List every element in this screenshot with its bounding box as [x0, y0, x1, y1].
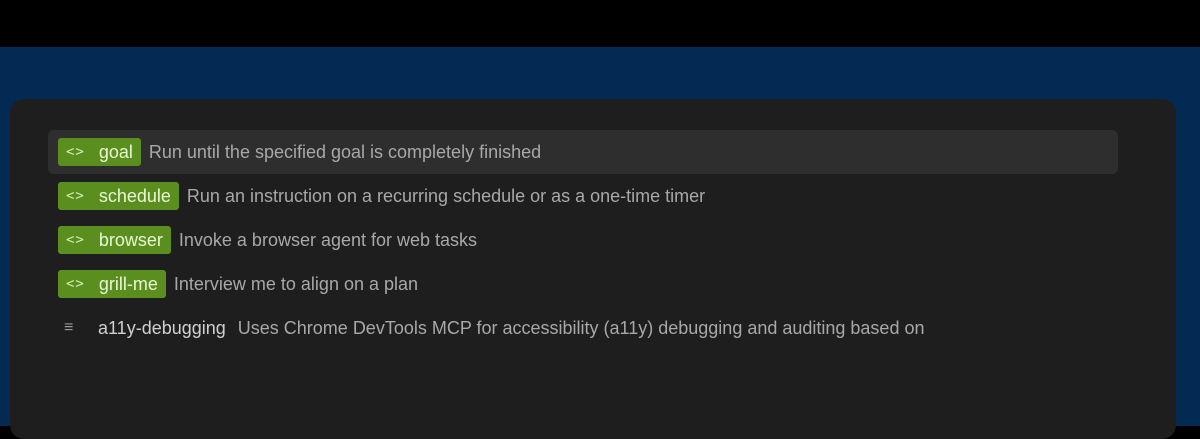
- command-item-goal[interactable]: <> goal Run until the specified goal is …: [48, 130, 1118, 174]
- top-black-bar: [0, 0, 1200, 47]
- slash-command-menu: <> goal Run until the specified goal is …: [48, 130, 1118, 350]
- command-description: Run until the specified goal is complete…: [148, 141, 542, 162]
- command-name: grill-me: [98, 273, 158, 294]
- command-name: schedule: [98, 185, 171, 206]
- command-item-browser[interactable]: <> browser Invoke a browser agent for we…: [48, 218, 1118, 262]
- command-name: a11y-debugging: [98, 317, 226, 338]
- command-tag: <> browser: [58, 226, 171, 254]
- command-description: Invoke a browser agent for web tasks: [178, 229, 478, 250]
- command-item-grill-me[interactable]: <> grill-me Interview me to align on a p…: [48, 262, 1118, 306]
- command-name: browser: [98, 229, 163, 250]
- code-icon: <>: [66, 232, 85, 248]
- code-icon: <>: [66, 276, 85, 292]
- command-item-schedule[interactable]: <> schedule Run an instruction on a recu…: [48, 174, 1118, 218]
- code-icon: <>: [66, 144, 85, 160]
- menu-lines-icon: ≡: [64, 319, 74, 336]
- command-tag: <> schedule: [58, 182, 179, 210]
- command-description: Interview me to align on a plan: [173, 273, 419, 294]
- command-tag: <> goal: [58, 138, 141, 166]
- command-tag: <> grill-me: [58, 270, 166, 298]
- command-item-a11y-debugging[interactable]: ≡ a11y-debugging Uses Chrome DevTools MC…: [48, 306, 1118, 350]
- code-icon: <>: [66, 188, 85, 204]
- command-description: Run an instruction on a recurring schedu…: [186, 185, 706, 206]
- command-name: goal: [98, 141, 133, 162]
- command-description: Uses Chrome DevTools MCP for accessibili…: [237, 317, 925, 338]
